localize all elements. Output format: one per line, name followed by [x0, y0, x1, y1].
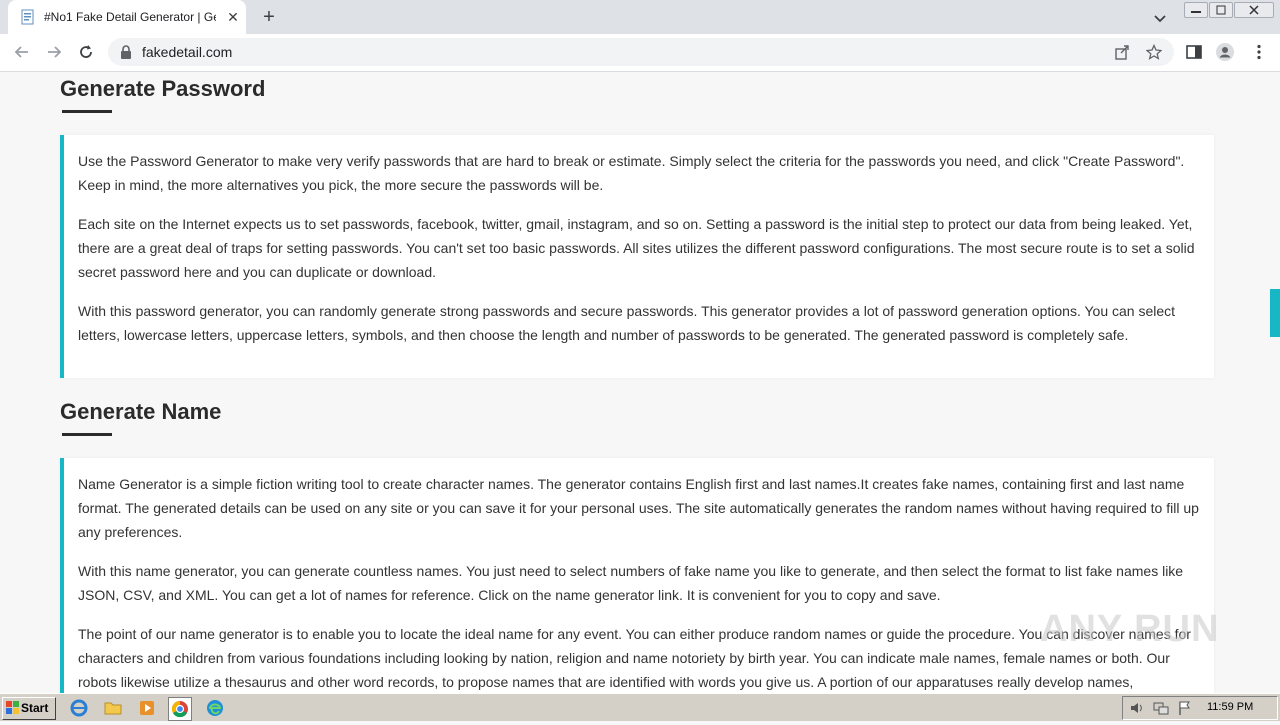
clock: 11:59 PM: [1207, 701, 1254, 713]
page-content: Generate Password Use the Password Gener…: [0, 72, 1270, 693]
close-tab-icon[interactable]: ✕: [224, 8, 242, 26]
lock-icon[interactable]: [120, 45, 132, 64]
scroll-to-top-tab[interactable]: [1270, 289, 1280, 337]
heading-underline: [62, 433, 112, 436]
profile-avatar-icon[interactable]: [1216, 43, 1234, 61]
password-info-card: Use the Password Generator to make very …: [60, 135, 1214, 378]
volume-icon[interactable]: [1129, 700, 1145, 716]
forward-arrow-icon[interactable]: [44, 42, 64, 62]
section-heading-password: Generate Password: [60, 76, 266, 101]
share-icon[interactable]: [1114, 44, 1130, 60]
section-heading-name: Generate Name: [60, 399, 222, 424]
browser-tab-bar: #No1 Fake Detail Generator | Get W ✕ +: [0, 0, 1280, 34]
paragraph: The point of our name generator is to en…: [78, 626, 1191, 690]
url-text: fakedetail.com: [142, 44, 233, 60]
windows-logo-icon: [6, 701, 20, 722]
folder-icon[interactable]: [102, 697, 124, 719]
start-button[interactable]: Start: [2, 697, 56, 720]
start-label: Start: [21, 701, 49, 715]
side-panel-icon[interactable]: [1185, 43, 1203, 61]
anyrun-watermark: ANY RUN: [1040, 608, 1220, 650]
reload-icon[interactable]: [76, 42, 96, 62]
chrome-icon[interactable]: [168, 697, 192, 721]
minimize-window-button[interactable]: [1184, 2, 1208, 18]
edge-icon[interactable]: [204, 697, 226, 719]
flag-icon[interactable]: [1177, 700, 1193, 716]
document-favicon-icon: [20, 9, 36, 25]
chevron-down-icon[interactable]: [1150, 8, 1170, 28]
bookmark-star-icon[interactable]: [1145, 43, 1163, 60]
new-tab-icon[interactable]: +: [258, 6, 280, 28]
media-player-icon[interactable]: [136, 697, 158, 719]
system-tray: 11:59 PM: [1122, 696, 1278, 720]
internet-explorer-icon[interactable]: [68, 697, 90, 719]
paragraph: Name Generator is a simple fiction writi…: [78, 476, 1199, 540]
paragraph: Use the Password Generator to make very …: [78, 153, 1185, 193]
name-info-card: Name Generator is a simple fiction writi…: [60, 458, 1214, 693]
browser-tab[interactable]: #No1 Fake Detail Generator | Get W ✕: [8, 0, 246, 34]
tab-title: #No1 Fake Detail Generator | Get W: [44, 10, 216, 24]
windows-taskbar: Start 11:59 PM: [0, 693, 1280, 721]
paragraph: With this password generator, you can ra…: [78, 303, 1176, 343]
maximize-window-button[interactable]: [1209, 2, 1233, 18]
paragraph: With this name generator, you can genera…: [78, 563, 1184, 603]
more-menu-icon[interactable]: [1250, 43, 1268, 61]
heading-underline: [62, 110, 112, 113]
address-bar[interactable]: fakedetail.com: [108, 38, 1174, 66]
browser-toolbar: fakedetail.com: [0, 34, 1280, 72]
close-window-button[interactable]: [1234, 2, 1274, 18]
network-icon[interactable]: [1153, 700, 1169, 716]
paragraph: Each site on the Internet expects us to …: [78, 216, 1195, 280]
back-arrow-icon[interactable]: [12, 42, 32, 62]
